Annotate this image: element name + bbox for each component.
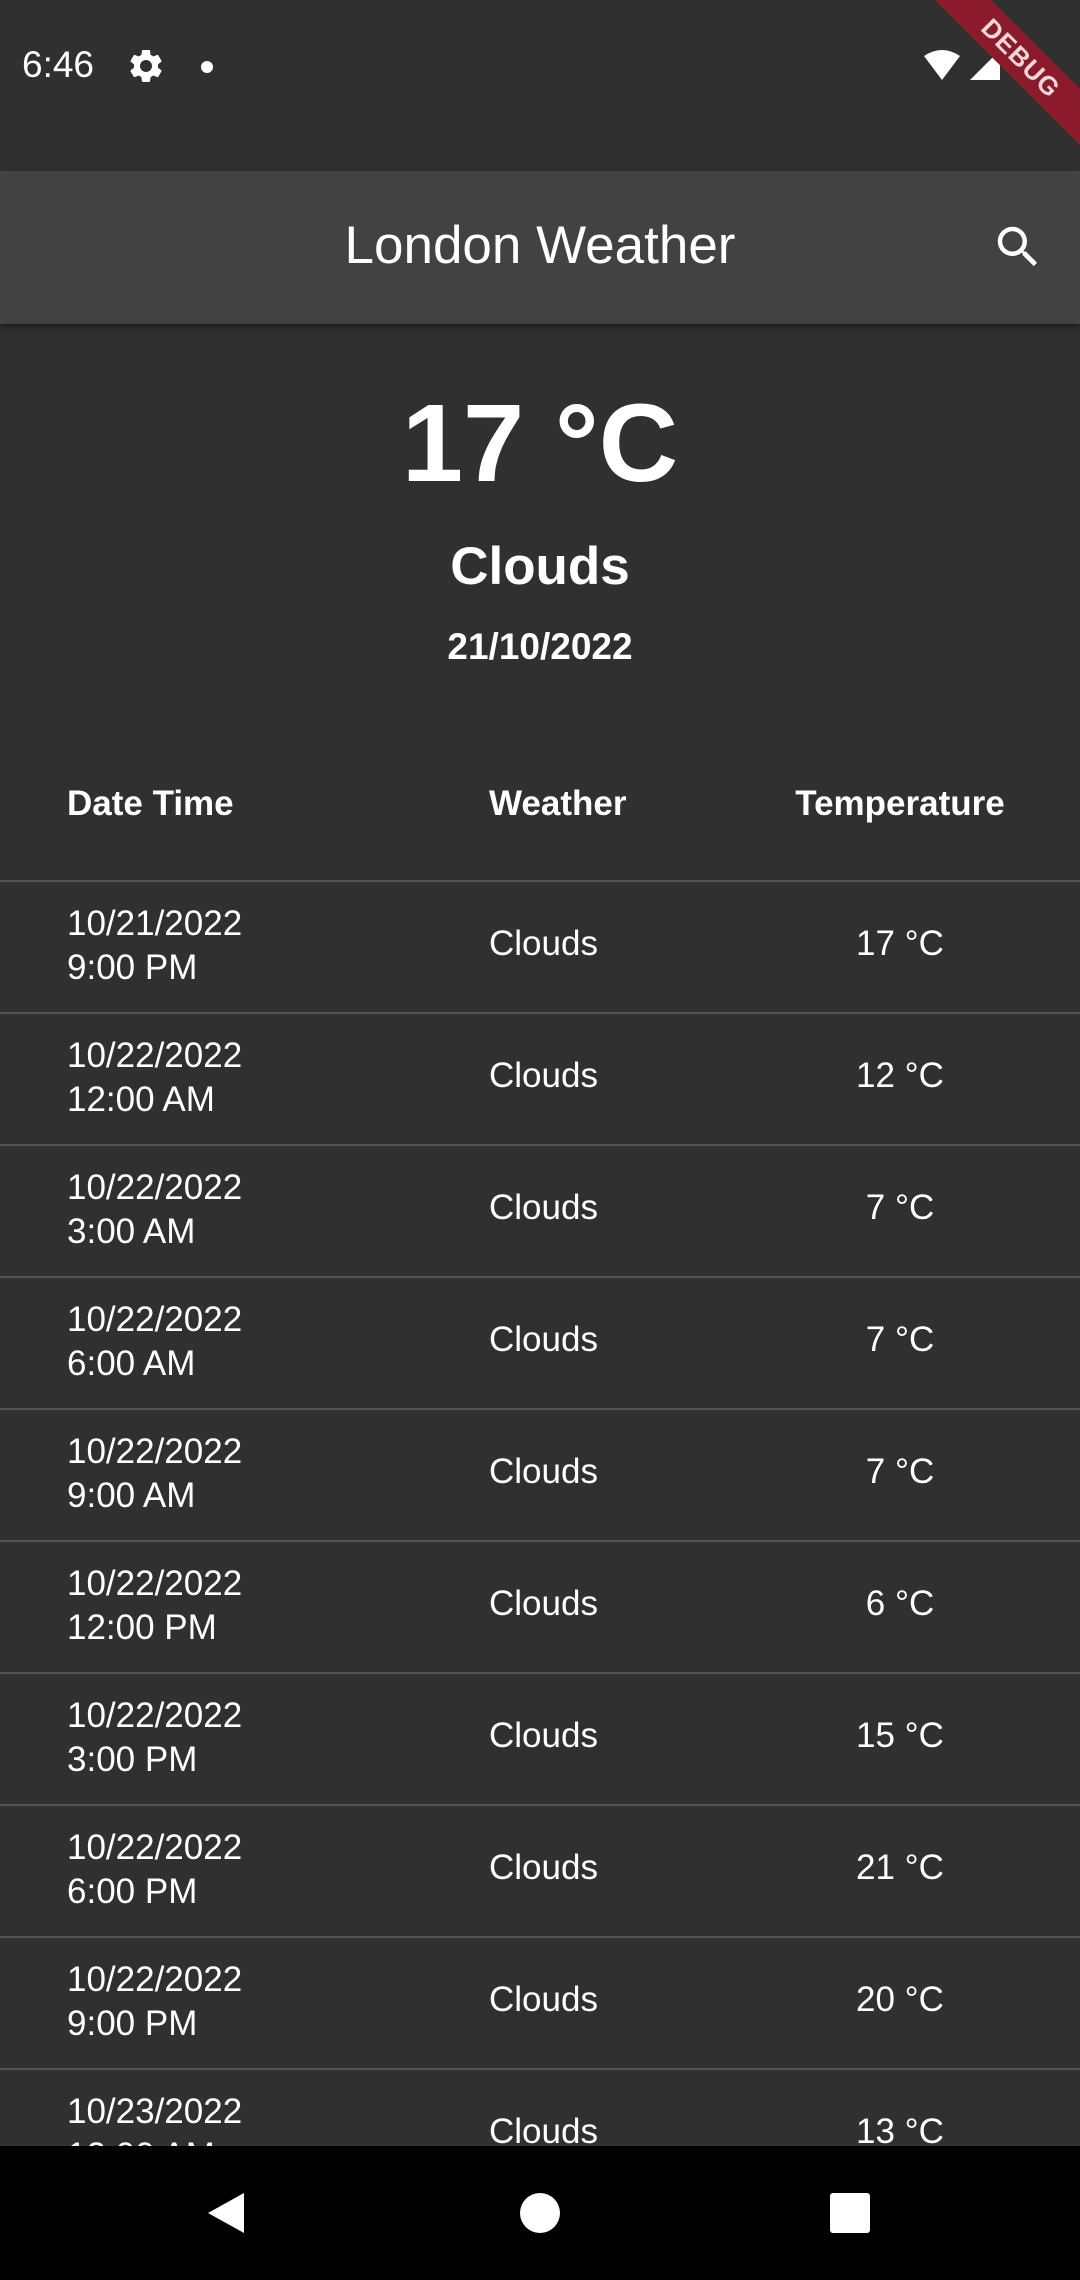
row-date: 10/23/2022	[67, 2092, 243, 2131]
search-button[interactable]	[982, 211, 1054, 283]
row-time: 9:00 PM	[67, 948, 198, 987]
wifi-icon	[924, 50, 960, 80]
home-button[interactable]	[500, 2176, 580, 2250]
row-weather: Clouds	[489, 1452, 598, 1491]
row-temperature: 7 °C	[865, 1188, 935, 1227]
row-datetime: 10/22/2022 12:00 PM	[67, 1562, 242, 1650]
row-weather: Clouds	[489, 1188, 598, 1227]
forecast-table[interactable]: Date Time Weather Temperature 10/21/2022…	[0, 734, 1080, 2146]
row-temperature: 7 °C	[865, 1452, 935, 1491]
row-time: 3:00 PM	[67, 1740, 198, 1779]
back-icon	[208, 2193, 244, 2233]
recents-button[interactable]	[810, 2176, 890, 2250]
row-datetime: 10/22/2022 6:00 PM	[67, 1826, 242, 1914]
row-date: 10/22/2022	[67, 1828, 243, 1867]
row-datetime: 10/22/2022 6:00 AM	[67, 1298, 242, 1386]
row-datetime: 10/22/2022 9:00 AM	[67, 1430, 242, 1518]
row-time: 12:00 PM	[67, 1608, 217, 1647]
row-temperature: 15 °C	[856, 1716, 944, 1755]
home-icon	[520, 2193, 560, 2233]
table-row: 10/22/2022 3:00 AM Clouds 7 °C	[0, 1146, 1080, 1278]
row-date: 10/21/2022	[67, 904, 243, 943]
page-title: London Weather	[344, 216, 736, 275]
row-weather: Clouds	[489, 1848, 598, 1887]
row-temperature: 12 °C	[856, 1056, 944, 1095]
back-button[interactable]	[186, 2176, 266, 2250]
app-bar: London Weather	[0, 171, 1080, 324]
current-date: 21/10/2022	[447, 626, 633, 667]
row-temperature: 13 °C	[856, 2112, 944, 2146]
row-time: 9:00 AM	[67, 1476, 196, 1515]
table-header: Date Time Weather Temperature	[0, 734, 1080, 882]
row-date: 10/22/2022	[67, 1036, 243, 1075]
row-time: 6:00 PM	[67, 1872, 198, 1911]
row-weather: Clouds	[489, 1716, 598, 1755]
table-row: 10/22/2022 9:00 PM Clouds 20 °C	[0, 1938, 1080, 2070]
row-datetime: 10/22/2022 3:00 AM	[67, 1166, 242, 1254]
column-header-weather: Weather	[489, 784, 627, 823]
row-temperature: 6 °C	[865, 1584, 935, 1623]
row-weather: Clouds	[489, 2112, 598, 2146]
row-date: 10/22/2022	[67, 1696, 243, 1735]
row-weather: Clouds	[489, 1320, 598, 1359]
row-weather: Clouds	[489, 1980, 598, 2019]
row-datetime: 10/22/2022 3:00 PM	[67, 1694, 242, 1782]
recents-icon	[830, 2193, 870, 2233]
current-temperature: 17 °C	[401, 382, 679, 505]
table-row: 10/22/2022 12:00 PM Clouds 6 °C	[0, 1542, 1080, 1674]
row-datetime: 10/23/2022 12:00 AM	[67, 2090, 242, 2146]
table-row: 10/22/2022 6:00 PM Clouds 21 °C	[0, 1806, 1080, 1938]
row-time: 6:00 AM	[67, 1344, 196, 1383]
table-row: 10/22/2022 6:00 AM Clouds 7 °C	[0, 1278, 1080, 1410]
row-weather: Clouds	[489, 1056, 598, 1095]
navigation-bar	[0, 2146, 1080, 2280]
table-row: 10/23/2022 12:00 AM Clouds 13 °C	[0, 2070, 1080, 2146]
status-time: 6:46	[22, 44, 95, 85]
row-time: 12:00 AM	[67, 2134, 242, 2146]
row-time: 12:00 AM	[67, 1080, 215, 1119]
row-weather: Clouds	[489, 1584, 598, 1623]
row-datetime: 10/21/2022 9:00 PM	[67, 902, 242, 990]
table-row: 10/21/2022 9:00 PM Clouds 17 °C	[0, 882, 1080, 1014]
current-condition: Clouds	[450, 537, 630, 596]
notification-dot-icon	[201, 61, 213, 73]
table-row: 10/22/2022 9:00 AM Clouds 7 °C	[0, 1410, 1080, 1542]
row-date: 10/22/2022	[67, 1432, 243, 1471]
row-date: 10/22/2022	[67, 1564, 243, 1603]
row-datetime: 10/22/2022 9:00 PM	[67, 1958, 242, 2046]
screen: 6:46 DEBUG London Weather 17 °C Clouds 2…	[0, 0, 1080, 2280]
row-weather: Clouds	[489, 924, 598, 963]
row-datetime: 10/22/2022 12:00 AM	[67, 1034, 242, 1122]
search-icon	[997, 226, 1038, 267]
row-temperature: 21 °C	[856, 1848, 944, 1887]
row-temperature: 7 °C	[865, 1320, 935, 1359]
table-row: 10/22/2022 12:00 AM Clouds 12 °C	[0, 1014, 1080, 1146]
status-bar: 6:46 DEBUG	[0, 0, 1080, 171]
row-time: 9:00 PM	[67, 2004, 198, 2043]
table-row: 10/22/2022 3:00 PM Clouds 15 °C	[0, 1674, 1080, 1806]
row-date: 10/22/2022	[67, 1168, 243, 1207]
column-header-temperature: Temperature	[795, 784, 1005, 823]
row-temperature: 17 °C	[856, 924, 944, 963]
row-time: 3:00 AM	[67, 1212, 196, 1251]
row-temperature: 20 °C	[856, 1980, 944, 2019]
gear-icon	[130, 49, 162, 82]
column-header-datetime: Date Time	[67, 784, 234, 823]
row-date: 10/22/2022	[67, 1960, 243, 1999]
row-date: 10/22/2022	[67, 1300, 243, 1339]
